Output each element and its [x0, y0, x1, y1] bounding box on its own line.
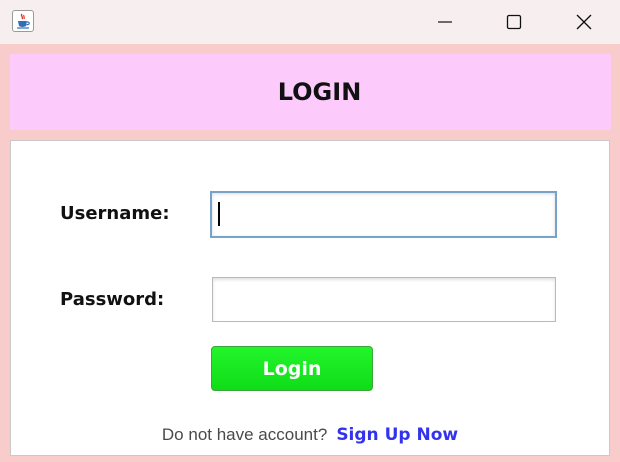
signup-link[interactable]: Sign Up Now	[336, 425, 458, 445]
login-button[interactable]: Login	[211, 346, 373, 391]
password-label: Password:	[60, 289, 165, 310]
text-caret	[218, 202, 220, 226]
username-label: Username:	[60, 203, 170, 224]
username-input[interactable]	[210, 191, 557, 238]
maximize-button[interactable]	[491, 0, 537, 44]
minimize-icon	[438, 21, 452, 23]
java-coffee-cup-icon[interactable]	[12, 10, 34, 32]
close-icon	[576, 14, 592, 30]
maximize-icon	[506, 14, 522, 30]
title-bar	[0, 0, 620, 44]
header-panel: LOGIN	[10, 54, 611, 130]
password-input[interactable]	[212, 277, 556, 322]
page-title: LOGIN	[277, 78, 362, 106]
signup-prompt: Do not have account?	[161, 425, 328, 444]
login-form-panel: Username: Password: Login Do not have ac…	[10, 140, 610, 456]
close-button[interactable]	[561, 0, 607, 44]
signup-row: Do not have account? Sign Up Now	[11, 425, 609, 445]
minimize-button[interactable]	[422, 0, 468, 44]
